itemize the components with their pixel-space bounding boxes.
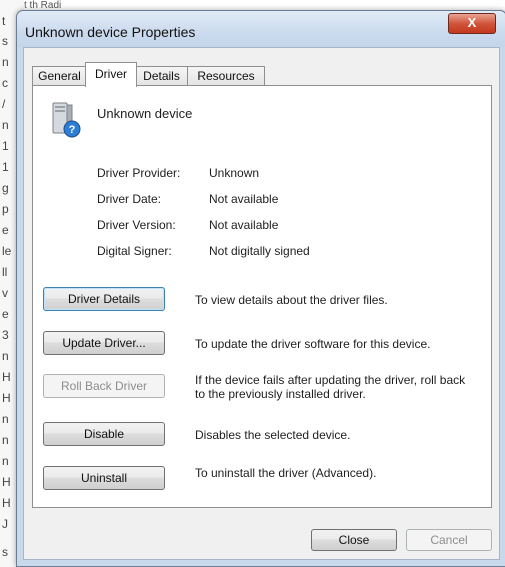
background-char: c — [2, 76, 8, 90]
driver-version-value: Not available — [209, 218, 279, 232]
tab-driver[interactable]: Driver — [85, 62, 137, 87]
background-char: H — [2, 370, 11, 384]
background-char: n — [2, 349, 9, 363]
background-char: H — [2, 496, 11, 510]
background-char: / — [2, 97, 6, 111]
background-char: p — [2, 202, 9, 216]
driver-tab-panel: ? Unknown device Driver Provider: Unknow… — [32, 85, 492, 508]
background-char: e — [2, 223, 9, 237]
tab-resources[interactable]: Resources — [187, 66, 265, 86]
background-char: H — [2, 391, 11, 405]
background-char: n — [2, 412, 9, 426]
digital-signer-label: Digital Signer: — [97, 244, 172, 258]
properties-dialog: Unknown device Properties X General Driv… — [16, 10, 505, 567]
driver-version-label: Driver Version: — [97, 218, 176, 232]
background-char: s — [2, 545, 8, 559]
driver-details-button[interactable]: Driver Details — [43, 287, 165, 311]
digital-signer-value: Not digitally signed — [209, 244, 310, 258]
background-char: 3 — [2, 328, 9, 342]
update-driver-button[interactable]: Update Driver... — [43, 331, 165, 355]
background-char: n — [2, 118, 9, 132]
close-window-button[interactable]: X — [448, 13, 496, 34]
dialog-client-area: General Driver Details Resources ? Unkno… — [23, 47, 500, 560]
update-driver-description: To update the driver software for this d… — [195, 337, 431, 351]
unknown-device-icon: ? — [52, 102, 81, 138]
background-char: g — [2, 181, 9, 195]
uninstall-description: To uninstall the driver (Advanced). — [195, 466, 377, 480]
driver-date-label: Driver Date: — [97, 192, 162, 206]
background-char: v — [2, 286, 8, 300]
tab-general[interactable]: General — [32, 66, 87, 86]
driver-provider-value: Unknown — [209, 166, 260, 180]
cancel-button[interactable]: Cancel — [406, 529, 492, 551]
background-char: n — [2, 433, 9, 447]
driver-date-value: Not available — [209, 192, 279, 206]
svg-text:?: ? — [69, 124, 76, 136]
background-char: le — [2, 244, 12, 258]
disable-description: Disables the selected device. — [195, 428, 351, 442]
uninstall-button[interactable]: Uninstall — [43, 466, 165, 490]
background-char: n — [2, 55, 9, 69]
background-char: 1 — [2, 139, 9, 153]
close-button[interactable]: Close — [311, 529, 397, 551]
title-bar[interactable]: Unknown device Properties X — [17, 11, 505, 47]
driver-details-description: To view details about the driver files. — [195, 293, 388, 307]
background-char: H — [2, 475, 11, 489]
background-char: 1 — [2, 160, 9, 174]
device-name: Unknown device — [97, 106, 193, 121]
window-title: Unknown device Properties — [25, 24, 196, 40]
roll-back-driver-button[interactable]: Roll Back Driver — [43, 374, 165, 398]
tab-details[interactable]: Details — [135, 66, 188, 86]
background-char: s — [2, 34, 8, 48]
driver-provider-label: Driver Provider: — [97, 166, 181, 180]
background-char: n — [2, 454, 9, 468]
roll-back-driver-description: If the device fails after updating the d… — [195, 373, 466, 401]
background-char: e — [2, 307, 9, 321]
background-char: ll — [2, 265, 8, 279]
disable-button[interactable]: Disable — [43, 422, 165, 446]
background-char: J — [2, 517, 8, 531]
close-icon: X — [467, 15, 477, 30]
background-char: t — [2, 14, 6, 28]
